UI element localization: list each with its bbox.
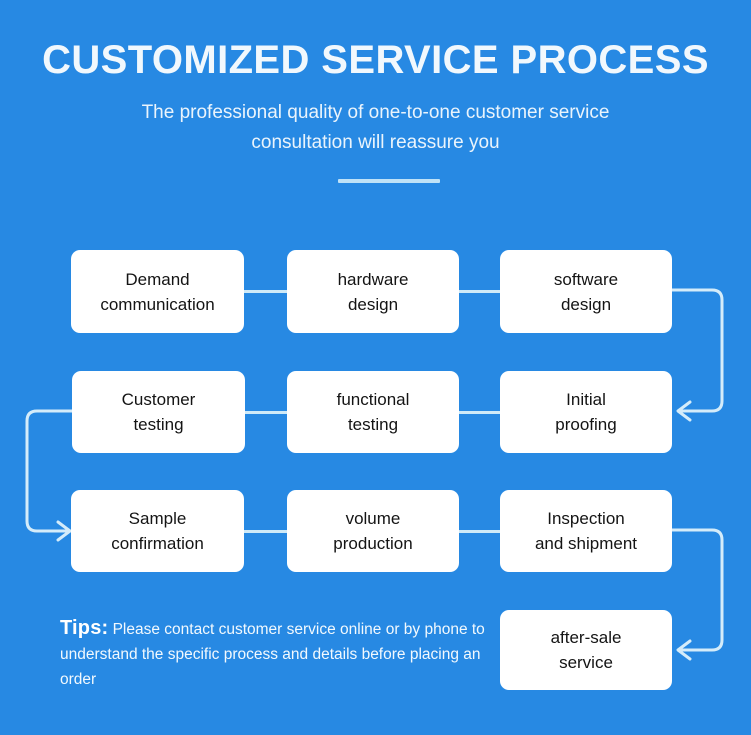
connector-demand-to-hardware [241, 290, 290, 293]
step-sample-confirmation[interactable]: Sample confirmation [71, 490, 244, 572]
step-volume-production[interactable]: volume production [287, 490, 459, 572]
header-divider [338, 179, 440, 183]
step-initial-proofing[interactable]: Initial proofing [500, 371, 672, 453]
step-label: Sample confirmation [111, 509, 204, 553]
step-inspection-and-shipment[interactable]: Inspection and shipment [500, 490, 672, 572]
connector-customer-to-functional [242, 411, 290, 414]
connector-customer-to-sample-path [25, 409, 72, 533]
step-software-design[interactable]: software design [500, 250, 672, 333]
step-customer-testing[interactable]: Customer testing [72, 371, 245, 453]
connector-functional-to-initial [456, 411, 503, 414]
connector-inspection-to-aftersale-path [670, 528, 724, 652]
poster-header: CUSTOMIZED SERVICE PROCESS The professio… [0, 0, 751, 158]
service-process-poster: CUSTOMIZED SERVICE PROCESS The professio… [0, 0, 751, 735]
page-subtitle: The professional quality of one-to-one c… [141, 102, 610, 153]
connector-volume-to-inspection [456, 530, 503, 533]
step-label: software design [553, 269, 619, 314]
tips-block: Tips: Please contact customer service on… [60, 616, 492, 692]
step-label: volume production [333, 509, 413, 553]
step-label: after-sale service [550, 628, 622, 672]
step-label: Demand communication [100, 269, 215, 314]
connector-inspection-to-aftersale-arrowhead [676, 639, 692, 661]
connector-sample-to-volume [241, 530, 290, 533]
step-demand-communication[interactable]: Demand communication [71, 250, 244, 333]
page-title: CUSTOMIZED SERVICE PROCESS [42, 38, 709, 82]
step-label: Inspection and shipment [534, 509, 638, 553]
step-label: functional testing [336, 390, 410, 434]
connector-hardware-to-software [456, 290, 503, 293]
step-functional-testing[interactable]: functional testing [287, 371, 459, 453]
step-label: hardware design [337, 269, 409, 314]
connector-software-to-initial-arrowhead [676, 400, 692, 422]
step-label: Customer testing [121, 390, 196, 434]
step-after-sale-service[interactable]: after-sale service [500, 610, 672, 690]
connector-software-to-initial-path [670, 288, 724, 413]
tips-body: Please contact customer service online o… [60, 621, 485, 688]
connector-customer-to-sample-arrowhead [56, 520, 72, 542]
step-label: Initial proofing [555, 390, 617, 434]
step-hardware-design[interactable]: hardware design [287, 250, 459, 333]
tips-label: Tips: [60, 617, 109, 639]
